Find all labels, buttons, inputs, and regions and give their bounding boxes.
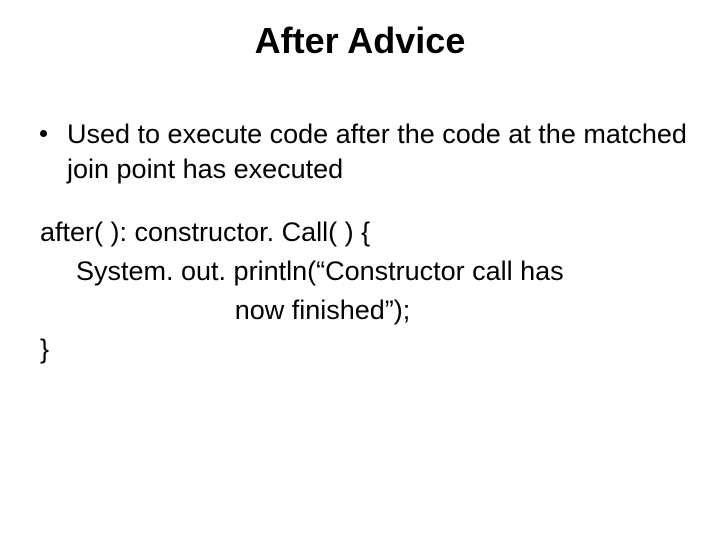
slide: After Advice Used to execute code after … <box>0 0 720 540</box>
bullet-text: Used to execute code after the code at t… <box>67 117 690 187</box>
slide-content: Used to execute code after the code at t… <box>30 117 690 368</box>
bullet-icon <box>40 130 47 137</box>
code-block: after( ): constructor. Call( ) { System.… <box>40 215 690 367</box>
code-line-1: after( ): constructor. Call( ) { <box>40 215 690 250</box>
slide-title: After Advice <box>30 18 690 65</box>
bullet-item: Used to execute code after the code at t… <box>40 117 690 187</box>
code-line-3: now finished”); <box>40 293 690 328</box>
code-line-4: } <box>40 332 690 367</box>
code-line-2: System. out. println(“Constructor call h… <box>40 254 690 289</box>
